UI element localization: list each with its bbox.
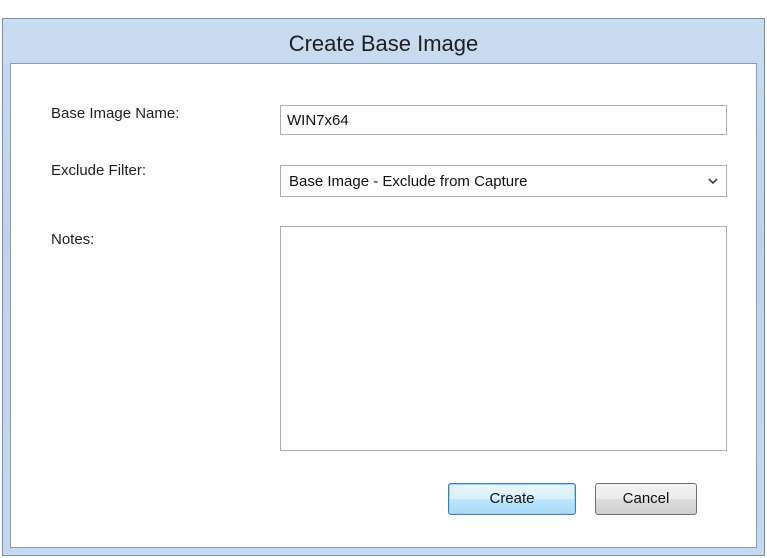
cancel-button[interactable]: Cancel bbox=[595, 483, 697, 515]
exclude-filter-dropdown[interactable]: Base Image - Exclude from Capture bbox=[280, 165, 727, 197]
base-image-name-label: Base Image Name: bbox=[51, 105, 180, 122]
dialog-content: Base Image Name: Exclude Filter: Base Im… bbox=[10, 63, 757, 548]
title-bar[interactable]: Create Base Image bbox=[3, 19, 764, 63]
create-button[interactable]: Create bbox=[448, 483, 576, 515]
notes-label: Notes: bbox=[51, 231, 95, 248]
exclude-filter-label: Exclude Filter: bbox=[51, 162, 147, 179]
dialog-title: Create Base Image bbox=[288, 31, 479, 56]
create-base-image-dialog: Create Base Image Base Image Name: Exclu… bbox=[2, 18, 765, 556]
notes-textarea[interactable] bbox=[280, 226, 727, 451]
base-image-name-input[interactable] bbox=[280, 105, 727, 135]
screen: Create Base Image Base Image Name: Exclu… bbox=[0, 0, 767, 558]
exclude-filter-selected-value: Base Image - Exclude from Capture bbox=[289, 173, 528, 190]
chevron-down-icon bbox=[708, 178, 718, 185]
